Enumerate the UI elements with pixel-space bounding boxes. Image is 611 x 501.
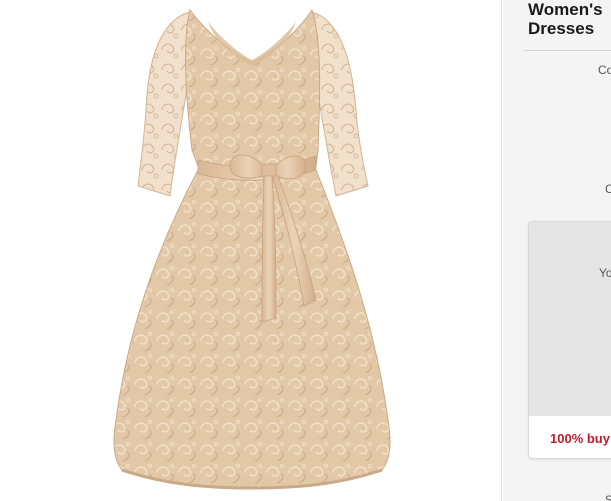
- bodice: [185, 8, 321, 167]
- skirt: [113, 169, 391, 489]
- product-page: Women's Dresses Co C 100% buy Yo S: [0, 0, 611, 501]
- sidebar-label-co: Co: [598, 63, 611, 77]
- offer-card-body: [529, 222, 611, 416]
- left-sleeve: [137, 11, 191, 197]
- sidebar-label-s: S: [605, 493, 611, 501]
- product-image-panel[interactable]: [0, 0, 502, 501]
- product-image[interactable]: [0, 0, 502, 501]
- right-sleeve: [311, 11, 369, 197]
- sidebar-label-c: C: [605, 182, 611, 196]
- sidebar-label-yo: Yo: [599, 266, 611, 280]
- guarantee-link[interactable]: 100% buy: [550, 431, 610, 446]
- offer-card: 100% buy: [528, 221, 611, 459]
- product-title-line2: Dresses: [528, 19, 595, 38]
- title-divider: [524, 50, 611, 51]
- product-title: Women's Dresses: [528, 0, 611, 38]
- product-info-sidebar: Women's Dresses Co C 100% buy Yo S: [503, 0, 611, 501]
- product-title-line1: Women's: [528, 0, 603, 19]
